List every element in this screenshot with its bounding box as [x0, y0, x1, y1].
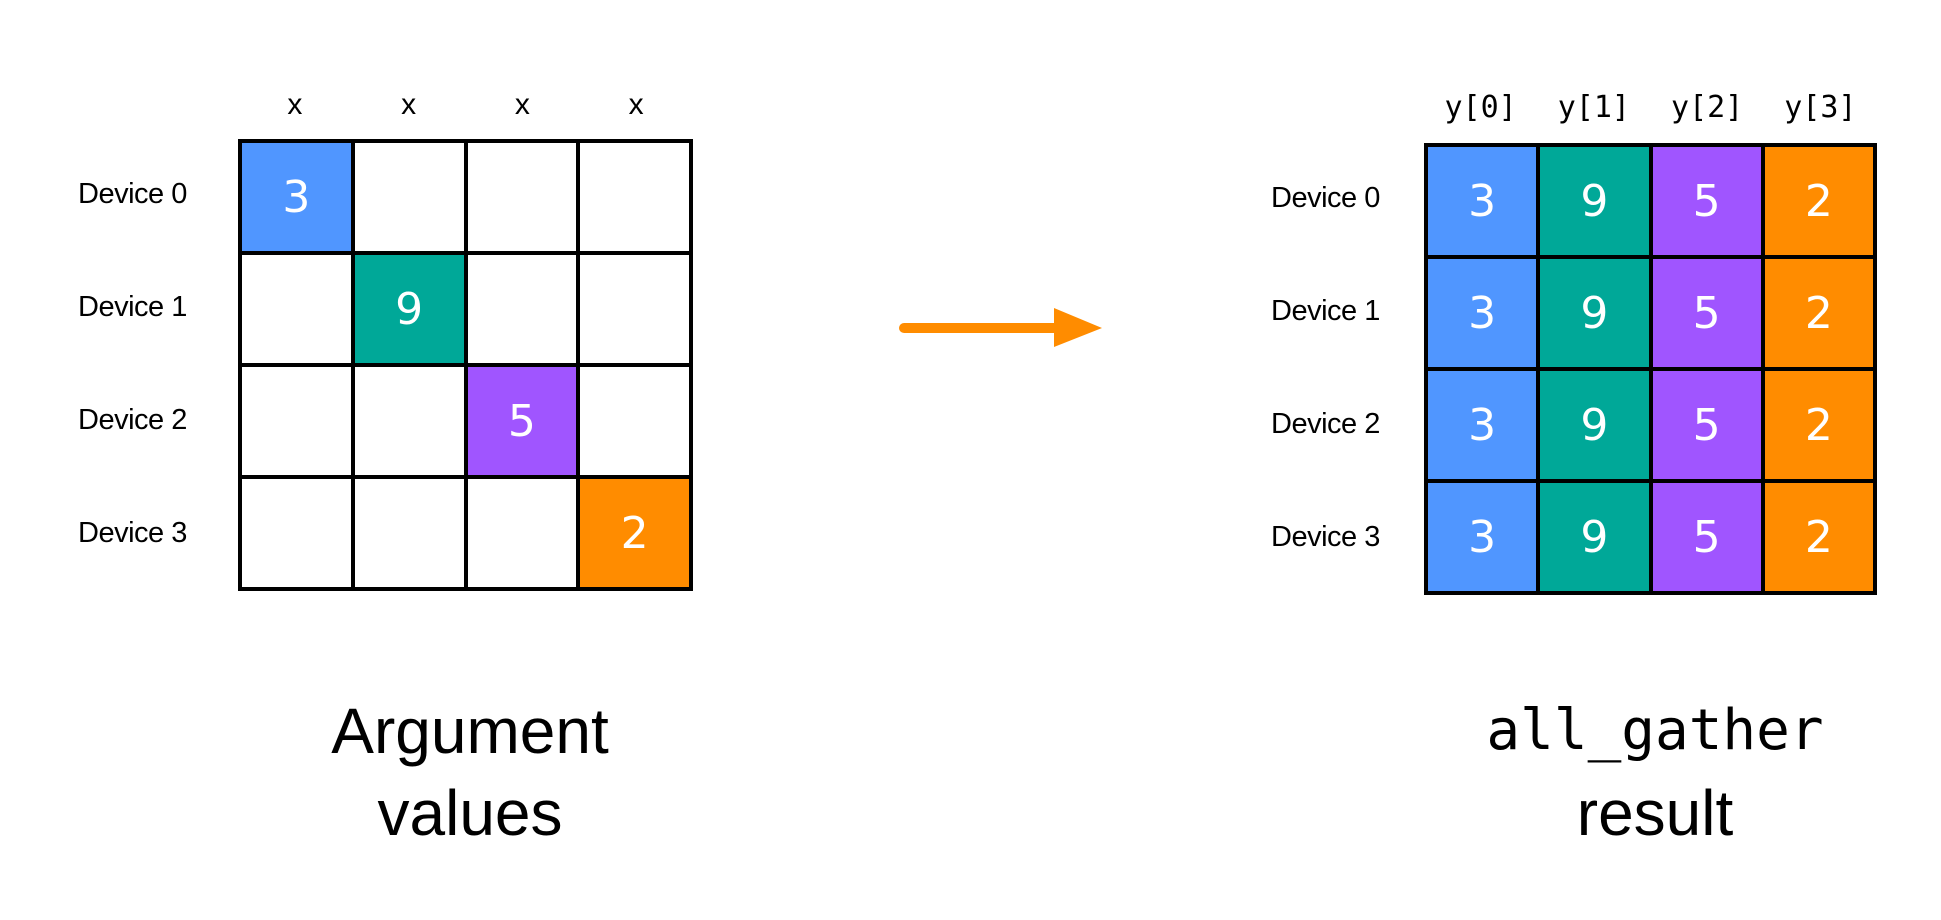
- grid-cell: 9: [1538, 145, 1651, 257]
- grid-cell: 5: [465, 365, 579, 477]
- grid-cell: [352, 477, 466, 589]
- grid-cell: [465, 253, 579, 365]
- grid-cell: [465, 141, 579, 253]
- argument-values-grid: 3952: [238, 139, 693, 591]
- grid-cell: [578, 253, 691, 365]
- column-header: x: [628, 88, 644, 121]
- grid-cell: 2: [1762, 481, 1875, 593]
- all-gather-result-caption: all_gather result: [1440, 690, 1870, 854]
- grid-cell: 5: [1650, 369, 1763, 481]
- grid-cell: 5: [1650, 257, 1763, 369]
- grid-cell: 2: [1762, 257, 1875, 369]
- grid-cell: 9: [1538, 257, 1651, 369]
- grid-cell: 2: [1762, 369, 1875, 481]
- column-header: x: [287, 88, 303, 121]
- grid-cell: 2: [578, 477, 691, 589]
- grid-cell: 3: [1426, 257, 1539, 369]
- row-label-device: Device 2: [1271, 407, 1380, 440]
- row-label-device: Device 0: [1271, 181, 1380, 214]
- grid-cell: [240, 253, 353, 365]
- grid-cell: 5: [1650, 145, 1763, 257]
- caption-line-1: all_gather: [1486, 698, 1824, 763]
- caption-line-1: Argument: [331, 695, 609, 767]
- grid-cell: 9: [1538, 369, 1651, 481]
- grid-cell: 3: [240, 141, 353, 253]
- grid-cell: 5: [1650, 481, 1763, 593]
- row-label-device: Device 1: [1271, 294, 1380, 327]
- column-header: x: [401, 88, 417, 121]
- row-label-device: Device 3: [78, 516, 187, 549]
- caption-line-2: result: [1576, 777, 1734, 849]
- row-label-device: Device 2: [78, 403, 187, 436]
- grid-cell: 3: [1426, 145, 1539, 257]
- grid-cell: [578, 141, 691, 253]
- grid-cell: 9: [1538, 481, 1651, 593]
- arrow-head: [1054, 308, 1102, 347]
- row-label-device: Device 3: [1271, 520, 1380, 553]
- column-header: x: [514, 88, 530, 121]
- grid-cell: 3: [1426, 481, 1539, 593]
- column-header: y[0]: [1444, 90, 1517, 125]
- all-gather-result-grid: 3952395239523952: [1424, 143, 1877, 595]
- grid-cell: 3: [1426, 369, 1539, 481]
- row-label-device: Device 0: [78, 177, 187, 210]
- column-header: y[2]: [1671, 90, 1744, 125]
- grid-cell: 9: [352, 253, 466, 365]
- caption-line-2: values: [377, 777, 563, 849]
- argument-values-caption: Argument values: [300, 690, 640, 854]
- arrow-right-icon: [899, 308, 1102, 347]
- grid-cell: 2: [1762, 145, 1875, 257]
- column-header: y[1]: [1557, 90, 1630, 125]
- grid-cell: [578, 365, 691, 477]
- grid-cell: [240, 365, 353, 477]
- column-header: y[3]: [1784, 90, 1857, 125]
- grid-cell: [240, 477, 353, 589]
- grid-cell: [352, 141, 466, 253]
- grid-cell: [352, 365, 466, 477]
- grid-cell: [465, 477, 579, 589]
- row-label-device: Device 1: [78, 290, 187, 323]
